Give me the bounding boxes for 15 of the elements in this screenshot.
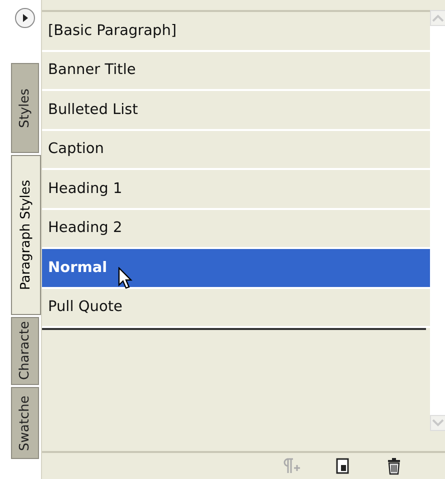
mouse-pointer-icon <box>118 267 134 291</box>
panel-menu-button[interactable] <box>15 8 35 28</box>
style-item[interactable]: Banner Title <box>42 52 430 91</box>
panel-tab[interactable]: Paragraph Styles <box>11 155 41 315</box>
panel-tab[interactable]: Characte <box>11 317 39 385</box>
panel-tab[interactable]: Styles <box>11 63 39 153</box>
scroll-down-icon[interactable] <box>430 415 445 431</box>
scrollbar[interactable] <box>430 10 445 431</box>
style-item[interactable]: Caption <box>42 130 430 170</box>
style-item[interactable]: Normal <box>42 249 430 288</box>
style-item[interactable]: Heading 1 <box>42 170 430 210</box>
scroll-up-icon[interactable] <box>430 10 445 26</box>
style-item[interactable]: Bulleted List <box>42 91 430 130</box>
style-item[interactable]: [Basic Paragraph] <box>42 12 430 52</box>
panel-tab[interactable]: Swatche <box>11 387 39 459</box>
